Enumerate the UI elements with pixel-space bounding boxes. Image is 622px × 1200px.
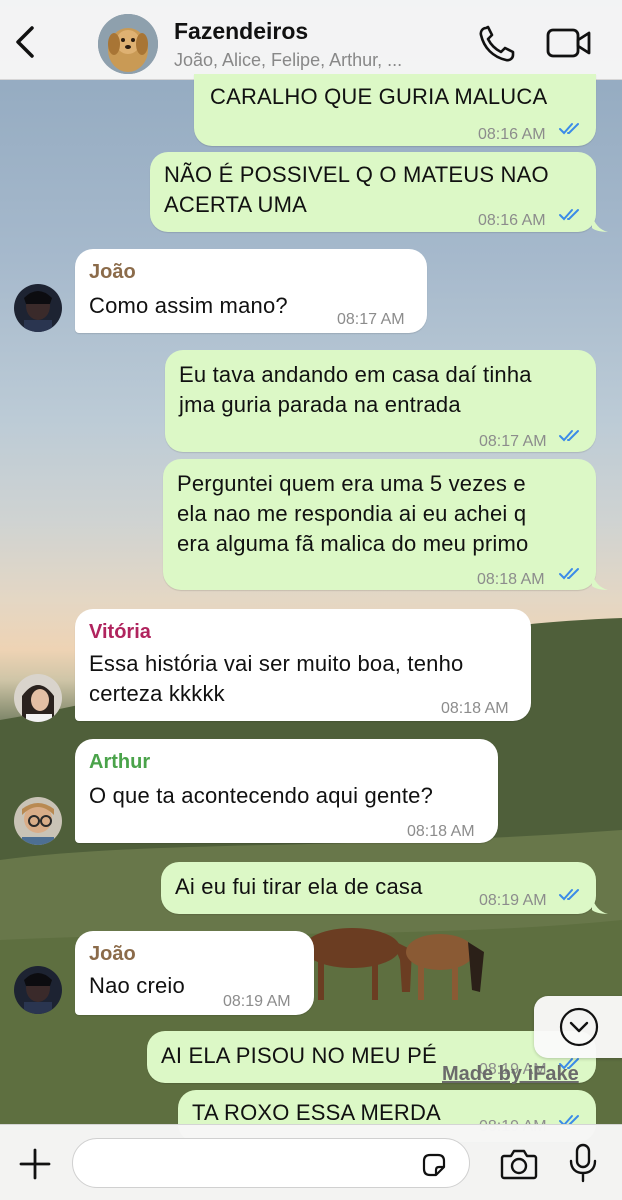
watermark-text: Made by iFake [442, 1063, 579, 1085]
message-time: 08:18 AM [477, 571, 545, 588]
sender-name: Vitória [89, 621, 151, 643]
dog-avatar-image [98, 14, 158, 74]
sender-avatar-joao[interactable] [14, 284, 62, 332]
message-bubble-outgoing[interactable]: CARALHO QUE GURIA MALUCA 08:16 AM [194, 74, 596, 146]
sticker-icon[interactable] [420, 1151, 448, 1179]
message-time: 08:16 AM [478, 212, 546, 229]
message-bubble-outgoing[interactable]: NÃO É POSSIVEL Q O MATEUS NAO ACERTA UMA… [150, 152, 596, 232]
bubble-tail [592, 214, 608, 232]
message-bubble-incoming[interactable]: João Como assim mano? 08:17 AM [75, 249, 427, 333]
camera-icon[interactable] [500, 1147, 538, 1181]
message-text: Como assim mano? [89, 293, 288, 318]
message-text: Nao creio [89, 973, 185, 998]
message-time: 08:18 AM [441, 700, 509, 717]
message-bubble-outgoing[interactable]: Perguntei quem era uma 5 vezes e ela nao… [163, 459, 596, 590]
sender-avatar-joao[interactable] [14, 966, 62, 1014]
read-ticks-icon [559, 209, 579, 221]
sender-name: Arthur [89, 751, 151, 773]
message-text: AI ELA PISOU NO MEU PÉ [161, 1043, 437, 1068]
message-bubble-outgoing[interactable]: Eu tava andando em casa daí tinha jma gu… [165, 350, 596, 452]
read-ticks-icon [559, 123, 579, 135]
message-time: 08:17 AM [337, 311, 405, 328]
group-avatar[interactable] [98, 14, 158, 74]
phone-call-icon[interactable] [476, 24, 516, 64]
avatar-image [14, 966, 62, 1014]
message-time: 08:19 AM [223, 993, 291, 1010]
compose-bar [0, 1124, 622, 1200]
sender-name: João [89, 261, 136, 283]
avatar-image [14, 674, 62, 722]
message-text: Perguntei quem era uma 5 vezes e ela nao… [177, 471, 529, 556]
message-text: Eu tava andando em casa daí tinha jma gu… [179, 362, 532, 417]
message-time: 08:16 AM [478, 126, 546, 143]
message-input[interactable] [72, 1138, 470, 1188]
read-ticks-icon [559, 430, 579, 442]
read-ticks-icon [559, 889, 579, 901]
message-time: 08:18 AM [407, 823, 475, 840]
plus-icon[interactable] [18, 1147, 52, 1181]
sender-avatar-vitoria[interactable] [14, 674, 62, 722]
bubble-tail [592, 572, 608, 590]
message-text: Ai eu fui tirar ela de casa [175, 874, 423, 899]
back-chevron-icon[interactable] [12, 24, 40, 60]
sender-name: João [89, 943, 136, 965]
message-bubble-outgoing[interactable]: Ai eu fui tirar ela de casa 08:19 AM [161, 862, 596, 914]
message-text: Essa história vai ser muito boa, tenho c… [89, 651, 464, 706]
avatar-image [14, 797, 62, 845]
group-members[interactable]: João, Alice, Felipe, Arthur, ... [174, 50, 402, 71]
chat-header: Fazendeiros João, Alice, Felipe, Arthur,… [0, 0, 622, 80]
video-call-icon[interactable] [546, 26, 592, 60]
message-time: 08:17 AM [479, 433, 547, 450]
read-ticks-icon [559, 568, 579, 580]
sender-avatar-arthur[interactable] [14, 797, 62, 845]
message-text: O que ta acontecendo aqui gente? [89, 783, 434, 808]
message-bubble-incoming[interactable]: Vitória Essa história vai ser muito boa,… [75, 609, 531, 721]
chevron-down-circle-icon [559, 1007, 599, 1047]
message-time: 08:19 AM [479, 892, 547, 909]
bubble-tail [592, 896, 608, 914]
scroll-to-bottom-button[interactable] [534, 996, 622, 1058]
message-bubble-incoming[interactable]: João Nao creio 08:19 AM [75, 931, 314, 1015]
message-bubble-incoming[interactable]: Arthur O que ta acontecendo aqui gente? … [75, 739, 498, 843]
microphone-icon[interactable] [568, 1143, 598, 1183]
message-text: CARALHO QUE GURIA MALUCA [210, 84, 548, 109]
group-name[interactable]: Fazendeiros [174, 18, 308, 45]
avatar-image [14, 284, 62, 332]
